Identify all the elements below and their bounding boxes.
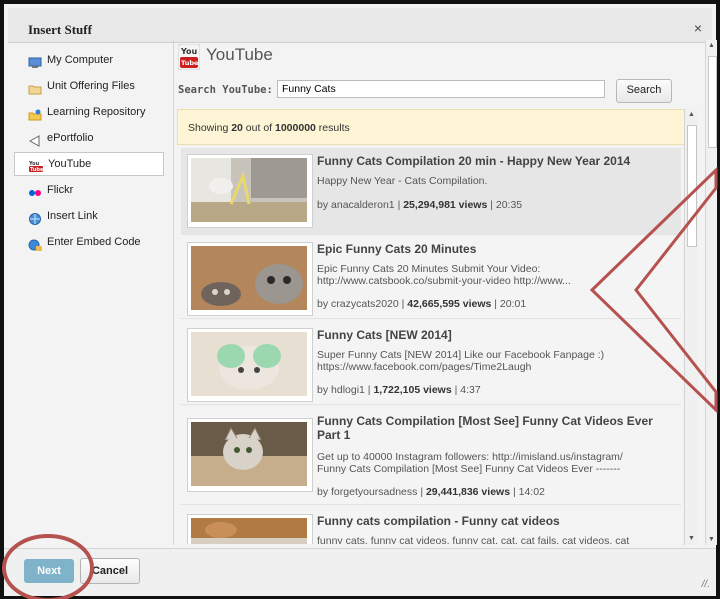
svg-text:You: You	[180, 47, 198, 56]
sidebar-item-learning-repository[interactable]: Learning Repository	[14, 100, 174, 124]
results-count-notice: Showing 20 out of 1000000 results	[177, 109, 690, 145]
next-button[interactable]: Next	[24, 559, 74, 583]
result-description: Epic Funny Cats 20 Minutes Submit Your V…	[317, 263, 541, 275]
scroll-down-icon[interactable]: ▼	[688, 535, 695, 542]
cancel-button[interactable]: Cancel	[80, 558, 140, 584]
result-description-line2: Funny Cats Compilation [Most See] Funny …	[317, 463, 621, 475]
youtube-icon: You Tube	[28, 158, 44, 173]
dialog-titlebar: Insert Stuff ×	[8, 8, 712, 43]
result-duration: 14:02	[518, 486, 545, 498]
sidebar-item-label: My Computer	[47, 54, 114, 66]
dialog-title: Insert Stuff	[28, 22, 92, 37]
search-label: Search YouTube:	[178, 84, 273, 96]
search-input[interactable]	[277, 80, 605, 98]
results-shown-count: 20	[231, 122, 243, 134]
video-thumbnail[interactable]	[187, 154, 313, 228]
result-author: anacalderon1	[331, 199, 395, 211]
result-description-line2: http://www.catsbook.co/submit-your-video…	[317, 275, 571, 287]
dialog-footer: Next Cancel //.	[4, 548, 716, 596]
result-item[interactable]: Funny Cats Compilation 20 min - Happy Ne…	[181, 148, 681, 235]
results-scrollbar[interactable]: ▲ ▼	[684, 109, 698, 545]
result-duration: 20:01	[499, 298, 527, 310]
result-meta: by crazycats2020 | 42,665,595 views | 20…	[317, 298, 527, 310]
sidebar-item-label: Insert Link	[47, 210, 98, 222]
result-description: funny cats, funny cat videos, funny cat,…	[317, 535, 630, 544]
scroll-up-icon[interactable]: ▲	[708, 42, 715, 49]
result-item[interactable]: Funny cats compilation - Funny cat video…	[181, 508, 681, 544]
dialog-scrollbar[interactable]: ▲ ▼	[705, 40, 717, 545]
result-title[interactable]: Funny cats compilation - Funny cat video…	[317, 514, 669, 528]
result-meta: by hdlogi1 | 1,722,105 views | 4:37	[317, 384, 481, 396]
flickr-icon	[28, 184, 42, 197]
sidebar-item-eportfolio[interactable]: ePortfolio	[14, 126, 174, 150]
sidebar-item-enter-embed-code[interactable]: Enter Embed Code	[14, 230, 174, 254]
video-thumbnail[interactable]	[187, 418, 313, 492]
sidebar-item-insert-link[interactable]: Insert Link	[14, 204, 174, 228]
folder-icon	[28, 80, 42, 95]
result-duration: 4:37	[460, 384, 481, 396]
result-views: 42,665,595 views	[407, 298, 492, 310]
result-title[interactable]: Funny Cats [NEW 2014]	[317, 328, 669, 342]
results-total-count: 1000000	[275, 122, 316, 134]
close-icon[interactable]: ×	[694, 20, 702, 36]
embed-globe-icon	[28, 236, 42, 252]
sidebar-item-my-computer[interactable]: My Computer	[14, 48, 174, 72]
repository-icon	[28, 106, 42, 121]
link-globe-icon	[28, 210, 42, 226]
sidebar-item-label: ePortfolio	[47, 132, 94, 144]
result-views: 1,722,105 views	[373, 384, 452, 396]
svg-text:Tube: Tube	[30, 167, 43, 172]
video-thumbnail[interactable]	[187, 328, 313, 402]
sidebar-item-flickr[interactable]: Flickr	[14, 178, 174, 202]
result-item[interactable]: Funny Cats Compilation [Most See] Funny …	[181, 408, 681, 505]
scrollbar-thumb[interactable]	[687, 125, 697, 247]
sidebar-item-label: Learning Repository	[47, 106, 146, 118]
computer-icon	[28, 54, 42, 69]
eportfolio-icon	[28, 132, 42, 147]
scroll-down-icon[interactable]: ▼	[708, 536, 715, 543]
sidebar-item-unit-offering-files[interactable]: Unit Offering Files	[14, 74, 174, 98]
result-author: forgetyoursadness	[331, 486, 418, 498]
sidebar-item-label: Flickr	[47, 184, 74, 196]
resize-grip-icon[interactable]: //.	[702, 579, 710, 590]
result-item[interactable]: Funny Cats [NEW 2014] Super Funny Cats […	[181, 322, 681, 405]
sidebar-item-youtube[interactable]: You Tube YouTube	[14, 152, 164, 176]
scroll-up-icon[interactable]: ▲	[688, 111, 695, 118]
result-title[interactable]: Epic Funny Cats 20 Minutes	[317, 242, 669, 256]
results-list: Funny Cats Compilation 20 min - Happy Ne…	[181, 148, 681, 544]
sidebar-divider	[173, 40, 174, 545]
video-thumbnail[interactable]	[187, 514, 313, 544]
result-meta: by anacalderon1 | 25,294,981 views | 20:…	[317, 199, 523, 211]
result-views: 29,441,836 views	[425, 486, 511, 498]
result-title[interactable]: Funny Cats Compilation 20 min - Happy Ne…	[317, 154, 669, 168]
youtube-logo-icon: You Tube	[177, 43, 201, 71]
source-sidebar: My Computer Unit Offering Files Learning…	[14, 40, 174, 540]
result-meta: by forgetyoursadness | 29,441,836 views …	[317, 486, 545, 498]
result-author: crazycats2020	[331, 298, 399, 310]
result-author: hdlogi1	[331, 384, 365, 396]
result-duration: 20:35	[495, 199, 523, 211]
scrollbar-thumb[interactable]	[708, 56, 717, 148]
video-thumbnail[interactable]	[187, 242, 313, 316]
result-title[interactable]: Funny Cats Compilation [Most See] Funny …	[317, 414, 669, 442]
result-item[interactable]: Epic Funny Cats 20 Minutes Epic Funny Ca…	[181, 236, 681, 319]
sidebar-item-label: Enter Embed Code	[47, 236, 141, 248]
result-description: Super Funny Cats [NEW 2014] Like our Fac…	[317, 349, 605, 361]
svg-text:Tube: Tube	[181, 59, 199, 67]
sidebar-item-label: YouTube	[48, 158, 92, 170]
result-description-line2: https://www.facebook.com/pages/Time2Laug…	[317, 361, 532, 373]
result-views: 25,294,981 views	[403, 199, 488, 211]
page-title: YouTube	[206, 45, 273, 64]
search-button[interactable]: Search	[616, 79, 672, 103]
result-description: Get up to 40000 Instagram followers: htt…	[317, 451, 623, 463]
result-description: Happy New Year - Cats Compilation.	[317, 175, 488, 187]
sidebar-item-label: Unit Offering Files	[47, 80, 135, 92]
